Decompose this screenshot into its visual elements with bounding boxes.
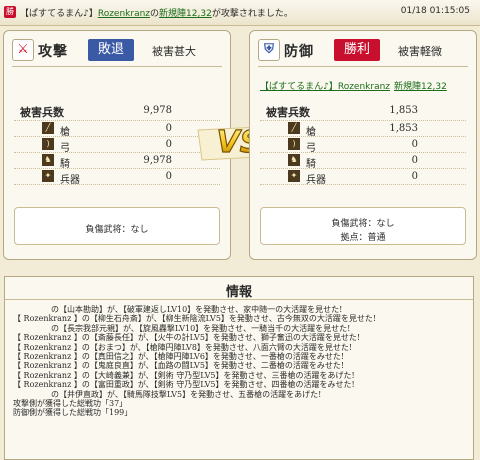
defender-village-link[interactable]: 新規陣12,32 bbox=[394, 82, 447, 92]
unit-row-siege: ✦ 兵器 0 bbox=[260, 169, 466, 186]
unit-value: 0 bbox=[411, 171, 418, 182]
unit-value: 0 bbox=[411, 139, 418, 150]
casualties-total-row: 被害兵数 9,978 bbox=[14, 103, 220, 121]
unit-name: 槍 bbox=[60, 127, 70, 138]
divider bbox=[258, 66, 468, 67]
message-suffix: が攻撃されました。 bbox=[211, 9, 293, 19]
unit-row-spear: ╱ 槍 1,853 bbox=[260, 121, 466, 138]
unit-value: 0 bbox=[165, 139, 172, 150]
casualties-label: 被害兵数 bbox=[20, 106, 64, 119]
attack-result-badge: 敗退 bbox=[88, 39, 134, 61]
log-line: 【 Rozenkranz 】の【大崎義兼】が、【剣術 守乃型LV5】を発動させ、… bbox=[13, 370, 355, 380]
log-line: 【 Rozenkranz 】の【おまつ】が、【槍陣円陣LV8】を発動させ、八面六… bbox=[13, 342, 353, 352]
log-line: 【 Rozenkranz 】の【富田重政】が、【剣術 守乃型LV5】を発動させ、… bbox=[13, 380, 355, 390]
defense-kind: 防御 bbox=[284, 44, 314, 60]
divider bbox=[12, 66, 222, 67]
village-link[interactable]: 新規陣12,32 bbox=[159, 9, 212, 19]
casualties-total-row: 被害兵数 1,853 bbox=[260, 103, 466, 121]
unit-name: 弓 bbox=[306, 143, 316, 154]
unit-row-spear: ╱ 槍 0 bbox=[14, 121, 220, 138]
unit-name: 弓 bbox=[60, 143, 70, 154]
unit-row-bow: ) 弓 0 bbox=[14, 137, 220, 154]
battle-report-header: 勝 【ぱすてるまん♪】Rozenkranzの新規陣12,32が攻撃されました。 … bbox=[0, 0, 480, 26]
unit-value: 9,978 bbox=[143, 155, 172, 166]
unit-name: 兵器 bbox=[306, 175, 326, 186]
log-line: の【長宗我部元親】が、【旋風轟撃LV10】を発動させ、一騎当千の大活躍を見せた! bbox=[51, 323, 351, 333]
attack-kind: 攻撃 bbox=[38, 44, 68, 60]
report-message: 【ぱすてるまん♪】Rozenkranzの新規陣12,32が攻撃されました。 bbox=[20, 6, 293, 19]
defender-player-link[interactable]: Rozenkranz bbox=[338, 82, 390, 92]
casualties-total: 1,853 bbox=[389, 105, 418, 116]
defense-damage-level: 被害軽微 bbox=[398, 45, 442, 58]
victory-tag: 勝 bbox=[4, 6, 16, 18]
defense-panel: ⛨ 防御 勝利 被害軽微 【ぱすてるまん♪】Rozenkranz 新規陣12,32… bbox=[249, 30, 477, 260]
horse-icon: ♞ bbox=[288, 154, 300, 166]
unit-name: 騎 bbox=[306, 159, 316, 170]
unit-name: 騎 bbox=[60, 159, 70, 170]
unit-name: 兵器 bbox=[60, 175, 80, 186]
log-line: の【山本勘助】が、【破軍建返しLV10】を発動させ、家中随一の大活躍を見せた! bbox=[51, 305, 343, 314]
alliance-name: 【ぱすてるまん♪】 bbox=[20, 9, 98, 19]
shield-icon: ⛨ bbox=[258, 39, 280, 61]
battle-log: の【山本勘助】が、【破軍建返しLV10】を発動させ、家中随一の大活躍を見せた! … bbox=[13, 305, 469, 418]
battle-info-panel: 情報 の【山本勘助】が、【破軍建返しLV10】を発動させ、家中随一の大活躍を見せ… bbox=[4, 276, 474, 460]
attack-wounded-box: 負傷武将：なし bbox=[14, 207, 220, 245]
unit-value: 0 bbox=[165, 171, 172, 182]
wounded-generals: 負傷武将：なし bbox=[85, 225, 149, 235]
spear-icon: ╱ bbox=[42, 122, 54, 134]
unit-row-bow: ) 弓 0 bbox=[260, 137, 466, 154]
info-title: 情報 bbox=[225, 285, 252, 300]
log-line: 攻撃側が獲得した総戦功「37」 bbox=[13, 398, 128, 408]
defender-info: 【ぱすてるまん♪】Rozenkranz 新規陣12,32 bbox=[260, 79, 447, 92]
horse-icon: ♞ bbox=[42, 154, 54, 166]
divider bbox=[5, 299, 473, 300]
log-line: 防御側が獲得した総戦功「199」 bbox=[13, 408, 133, 418]
defense-header: ⛨ 防御 勝利 被害軽微 bbox=[258, 39, 468, 67]
defense-wounded-box: 負傷武将：なし 拠点：普通 bbox=[260, 207, 466, 245]
log-line: 【 Rozenkranz 】の【斎藤長任】が、【火牛の計LV5】を発動させ、獅子… bbox=[13, 333, 361, 343]
cannon-icon: ✦ bbox=[288, 170, 300, 182]
log-line: 【 Rozenkranz 】の【柳生石舟斎】が、【柳生新陰流LV5】を発動させ、… bbox=[13, 314, 377, 324]
unit-row-cavalry: ♞ 騎 9,978 bbox=[14, 153, 220, 170]
report-timestamp: 01/18 01:15:05 bbox=[400, 6, 470, 16]
log-line: 【 Rozenkranz 】の【鬼庭良直】が、【血路の闘LV5】を発動させ、二番… bbox=[13, 361, 345, 371]
log-line: の【井伊直政】が、【騎馬隊技撃LV5】を発動させ、五番槍の活躍をあげた! bbox=[51, 389, 322, 399]
unit-value: 0 bbox=[165, 123, 172, 134]
unit-row-cavalry: ♞ 騎 0 bbox=[260, 153, 466, 170]
spear-icon: ╱ bbox=[288, 122, 300, 134]
cannon-icon: ✦ bbox=[42, 170, 54, 182]
message-connector: の bbox=[150, 9, 160, 19]
unit-value: 1,853 bbox=[389, 123, 418, 134]
player-link[interactable]: Rozenkranz bbox=[98, 9, 150, 19]
wounded-generals: 負傷武将：なし bbox=[331, 219, 395, 229]
swords-icon: ⚔ bbox=[12, 39, 34, 61]
casualties-total: 9,978 bbox=[143, 105, 172, 116]
log-line: 【 Rozenkranz 】の【真田信之】が、【槍陣円陣LV6】を発動させ、一番… bbox=[13, 351, 345, 361]
bow-icon: ) bbox=[288, 138, 300, 150]
base-status: 拠点：普通 bbox=[340, 233, 386, 243]
unit-row-siege: ✦ 兵器 0 bbox=[14, 169, 220, 186]
attack-damage-level: 被害甚大 bbox=[152, 45, 196, 58]
unit-value: 0 bbox=[411, 155, 418, 166]
bow-icon: ) bbox=[42, 138, 54, 150]
defense-casualties: 被害兵数 1,853 ╱ 槍 1,853 ) 弓 0 ♞ 騎 0 ✦ 兵器 0 bbox=[260, 103, 466, 186]
defense-result-badge: 勝利 bbox=[334, 39, 380, 61]
attack-header: ⚔ 攻撃 敗退 被害甚大 bbox=[12, 39, 222, 67]
unit-name: 槍 bbox=[306, 127, 316, 138]
defender-alliance-link[interactable]: 【ぱすてるまん♪】 bbox=[260, 82, 338, 92]
attack-casualties: 被害兵数 9,978 ╱ 槍 0 ) 弓 0 ♞ 騎 9,978 ✦ 兵器 0 bbox=[14, 103, 220, 186]
casualties-label: 被害兵数 bbox=[266, 106, 310, 119]
